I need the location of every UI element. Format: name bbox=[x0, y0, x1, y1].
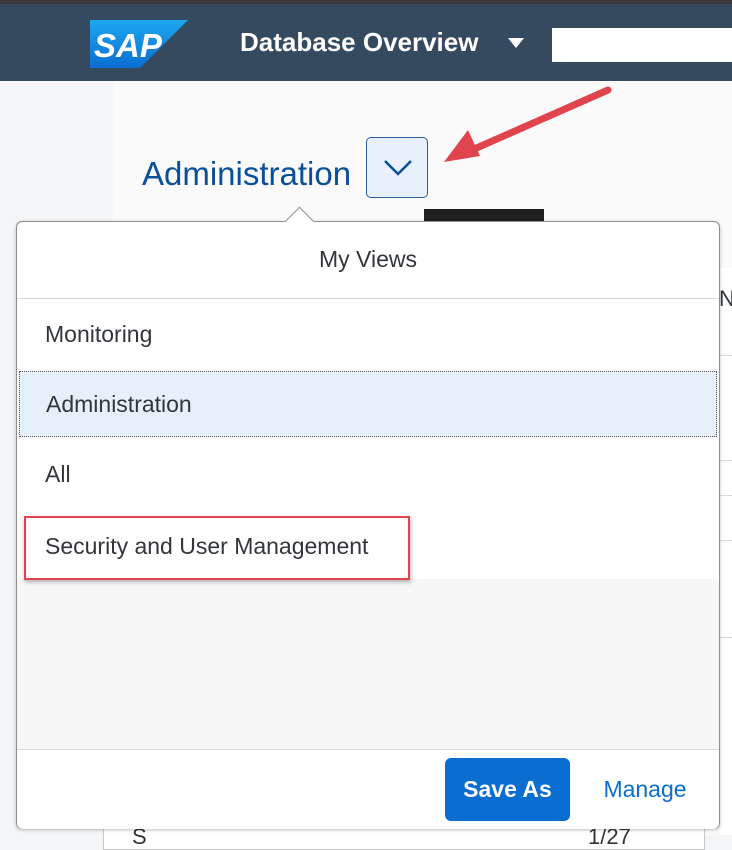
variant-select-button[interactable] bbox=[366, 137, 428, 198]
sap-logo-text: SAP bbox=[94, 27, 163, 64]
background-row-divider bbox=[720, 637, 732, 638]
background-table-edge bbox=[720, 268, 732, 835]
view-item-monitoring[interactable]: Monitoring bbox=[17, 299, 719, 369]
views-list-empty-area bbox=[17, 579, 719, 749]
annotation-highlight-box bbox=[24, 516, 410, 580]
popover-header: My Views bbox=[17, 222, 719, 299]
background-row-divider bbox=[720, 495, 732, 496]
background-row-divider bbox=[720, 355, 732, 356]
shell-search-input[interactable] bbox=[552, 28, 732, 62]
background-row-divider bbox=[720, 460, 732, 461]
popover-title: My Views bbox=[319, 246, 417, 272]
chevron-down-icon bbox=[384, 160, 412, 176]
annotation-arrow-icon bbox=[444, 86, 612, 162]
sap-logo: SAP bbox=[90, 20, 188, 68]
popover-footer: Save As Manage bbox=[17, 749, 719, 829]
variant-title: Administration bbox=[142, 155, 352, 192]
caret-down-icon[interactable] bbox=[508, 38, 524, 48]
app-title[interactable]: Database Overview bbox=[240, 26, 478, 58]
my-views-popover: My Views Monitoring Administration All S… bbox=[16, 206, 720, 829]
shell-bar: SAP Database Overview bbox=[0, 4, 732, 81]
view-item-administration[interactable]: Administration bbox=[19, 371, 717, 437]
background-row-divider bbox=[720, 540, 732, 541]
save-as-button[interactable]: Save As bbox=[445, 758, 570, 821]
view-item-all[interactable]: All bbox=[17, 439, 719, 509]
manage-button[interactable]: Manage bbox=[587, 758, 703, 821]
background-column-header: N bbox=[719, 286, 732, 311]
